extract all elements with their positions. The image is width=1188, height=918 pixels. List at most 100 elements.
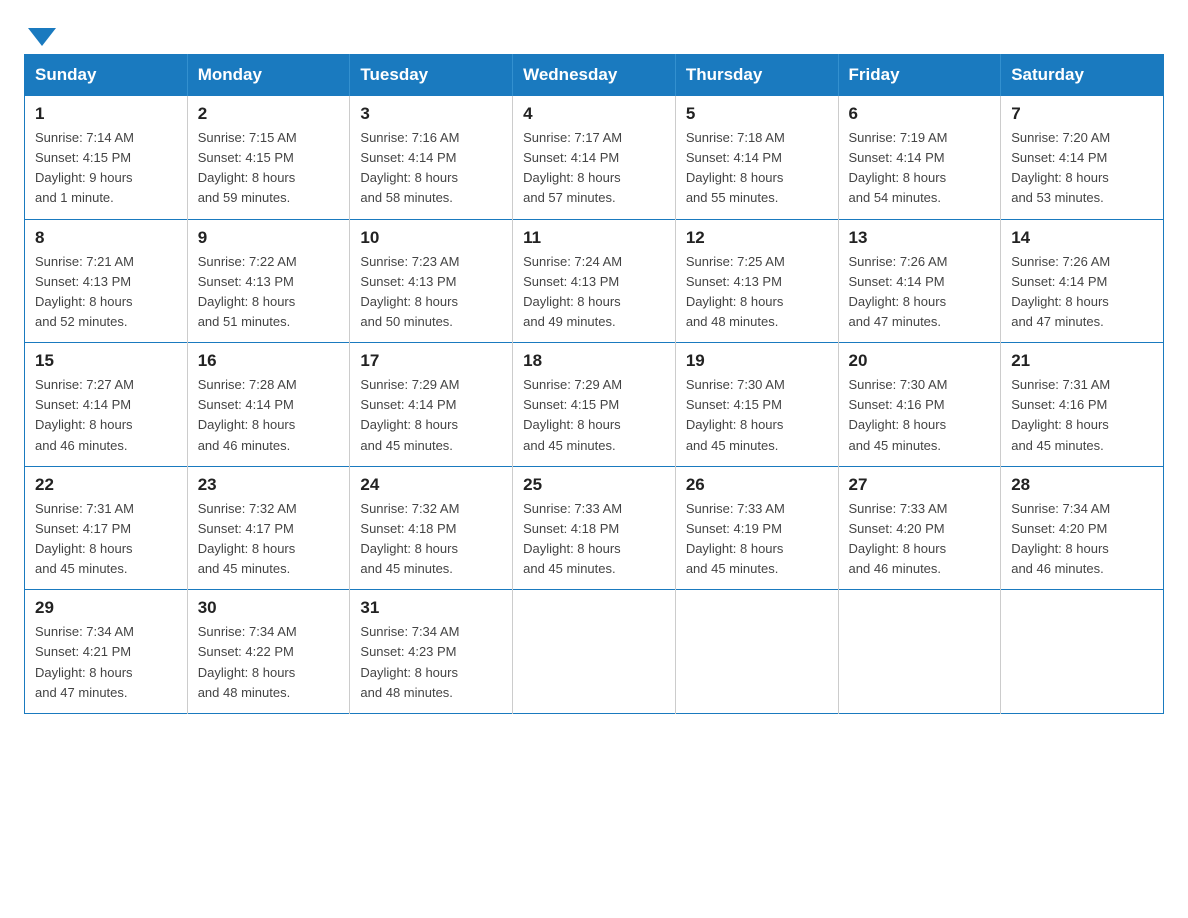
weekday-header-saturday: Saturday [1001, 55, 1164, 96]
calendar-cell: 9 Sunrise: 7:22 AMSunset: 4:13 PMDaylight… [187, 219, 350, 343]
day-info: Sunrise: 7:33 AMSunset: 4:19 PMDaylight:… [686, 499, 828, 580]
calendar-cell: 24 Sunrise: 7:32 AMSunset: 4:18 PMDayligh… [350, 466, 513, 590]
day-number: 9 [198, 228, 340, 248]
day-info: Sunrise: 7:34 AMSunset: 4:23 PMDaylight:… [360, 622, 502, 703]
day-info: Sunrise: 7:32 AMSunset: 4:18 PMDaylight:… [360, 499, 502, 580]
calendar-cell: 10 Sunrise: 7:23 AMSunset: 4:13 PMDayligh… [350, 219, 513, 343]
calendar-cell: 5 Sunrise: 7:18 AMSunset: 4:14 PMDaylight… [675, 96, 838, 220]
day-info: Sunrise: 7:32 AMSunset: 4:17 PMDaylight:… [198, 499, 340, 580]
day-number: 21 [1011, 351, 1153, 371]
day-number: 14 [1011, 228, 1153, 248]
day-number: 2 [198, 104, 340, 124]
calendar-week-row: 1 Sunrise: 7:14 AMSunset: 4:15 PMDaylight… [25, 96, 1164, 220]
calendar-cell: 22Sunrise: 7:31 AMSunset: 4:17 PMDayligh… [25, 466, 188, 590]
calendar-cell: 17 Sunrise: 7:29 AMSunset: 4:14 PMDayligh… [350, 343, 513, 467]
calendar-cell: 16 Sunrise: 7:28 AMSunset: 4:14 PMDayligh… [187, 343, 350, 467]
day-number: 26 [686, 475, 828, 495]
day-info: Sunrise: 7:19 AMSunset: 4:14 PMDaylight:… [849, 128, 991, 209]
weekday-header-wednesday: Wednesday [513, 55, 676, 96]
weekday-header-tuesday: Tuesday [350, 55, 513, 96]
calendar-cell [838, 590, 1001, 714]
day-number: 18 [523, 351, 665, 371]
day-info: Sunrise: 7:16 AMSunset: 4:14 PMDaylight:… [360, 128, 502, 209]
calendar-cell: 14 Sunrise: 7:26 AMSunset: 4:14 PMDayligh… [1001, 219, 1164, 343]
day-info: Sunrise: 7:26 AMSunset: 4:14 PMDaylight:… [1011, 252, 1153, 333]
calendar-cell: 3 Sunrise: 7:16 AMSunset: 4:14 PMDaylight… [350, 96, 513, 220]
calendar-cell [675, 590, 838, 714]
day-info: Sunrise: 7:34 AMSunset: 4:20 PMDaylight:… [1011, 499, 1153, 580]
calendar-cell: 19 Sunrise: 7:30 AMSunset: 4:15 PMDayligh… [675, 343, 838, 467]
logo-general-text [24, 24, 56, 42]
logo-arrow-icon [28, 28, 56, 46]
day-number: 6 [849, 104, 991, 124]
day-info: Sunrise: 7:28 AMSunset: 4:14 PMDaylight:… [198, 375, 340, 456]
day-number: 12 [686, 228, 828, 248]
day-number: 23 [198, 475, 340, 495]
day-number: 13 [849, 228, 991, 248]
calendar-cell: 1 Sunrise: 7:14 AMSunset: 4:15 PMDaylight… [25, 96, 188, 220]
day-number: 10 [360, 228, 502, 248]
day-number: 29 [35, 598, 177, 618]
day-number: 25 [523, 475, 665, 495]
weekday-header-sunday: Sunday [25, 55, 188, 96]
day-info: Sunrise: 7:20 AMSunset: 4:14 PMDaylight:… [1011, 128, 1153, 209]
day-info: Sunrise: 7:22 AMSunset: 4:13 PMDaylight:… [198, 252, 340, 333]
day-info: Sunrise: 7:17 AMSunset: 4:14 PMDaylight:… [523, 128, 665, 209]
calendar-cell: 13 Sunrise: 7:26 AMSunset: 4:14 PMDayligh… [838, 219, 1001, 343]
day-number: 8 [35, 228, 177, 248]
calendar-cell: 12Sunrise: 7:25 AMSunset: 4:13 PMDayligh… [675, 219, 838, 343]
day-info: Sunrise: 7:21 AMSunset: 4:13 PMDaylight:… [35, 252, 177, 333]
day-number: 15 [35, 351, 177, 371]
calendar-cell: 6 Sunrise: 7:19 AMSunset: 4:14 PMDaylight… [838, 96, 1001, 220]
day-number: 19 [686, 351, 828, 371]
day-info: Sunrise: 7:31 AMSunset: 4:16 PMDaylight:… [1011, 375, 1153, 456]
day-number: 28 [1011, 475, 1153, 495]
day-number: 30 [198, 598, 340, 618]
day-info: Sunrise: 7:30 AMSunset: 4:15 PMDaylight:… [686, 375, 828, 456]
calendar-week-row: 15Sunrise: 7:27 AMSunset: 4:14 PMDayligh… [25, 343, 1164, 467]
weekday-header-friday: Friday [838, 55, 1001, 96]
calendar-week-row: 22Sunrise: 7:31 AMSunset: 4:17 PMDayligh… [25, 466, 1164, 590]
day-info: Sunrise: 7:14 AMSunset: 4:15 PMDaylight:… [35, 128, 177, 209]
calendar-header-row: SundayMondayTuesdayWednesdayThursdayFrid… [25, 55, 1164, 96]
calendar-cell: 28 Sunrise: 7:34 AMSunset: 4:20 PMDayligh… [1001, 466, 1164, 590]
calendar-cell: 31 Sunrise: 7:34 AMSunset: 4:23 PMDayligh… [350, 590, 513, 714]
page-header [24, 24, 1164, 38]
calendar-cell: 30Sunrise: 7:34 AMSunset: 4:22 PMDayligh… [187, 590, 350, 714]
calendar-cell [513, 590, 676, 714]
day-number: 20 [849, 351, 991, 371]
day-number: 7 [1011, 104, 1153, 124]
day-info: Sunrise: 7:33 AMSunset: 4:20 PMDaylight:… [849, 499, 991, 580]
calendar-cell: 21 Sunrise: 7:31 AMSunset: 4:16 PMDayligh… [1001, 343, 1164, 467]
day-number: 27 [849, 475, 991, 495]
day-info: Sunrise: 7:23 AMSunset: 4:13 PMDaylight:… [360, 252, 502, 333]
calendar-cell [1001, 590, 1164, 714]
day-info: Sunrise: 7:24 AMSunset: 4:13 PMDaylight:… [523, 252, 665, 333]
calendar-cell: 4Sunrise: 7:17 AMSunset: 4:14 PMDaylight… [513, 96, 676, 220]
calendar-week-row: 8 Sunrise: 7:21 AMSunset: 4:13 PMDaylight… [25, 219, 1164, 343]
day-number: 1 [35, 104, 177, 124]
calendar-table: SundayMondayTuesdayWednesdayThursdayFrid… [24, 54, 1164, 714]
day-info: Sunrise: 7:33 AMSunset: 4:18 PMDaylight:… [523, 499, 665, 580]
day-info: Sunrise: 7:29 AMSunset: 4:14 PMDaylight:… [360, 375, 502, 456]
logo [24, 24, 56, 38]
day-number: 16 [198, 351, 340, 371]
day-number: 17 [360, 351, 502, 371]
day-number: 24 [360, 475, 502, 495]
day-number: 5 [686, 104, 828, 124]
day-info: Sunrise: 7:15 AMSunset: 4:15 PMDaylight:… [198, 128, 340, 209]
weekday-header-monday: Monday [187, 55, 350, 96]
calendar-cell: 18Sunrise: 7:29 AMSunset: 4:15 PMDayligh… [513, 343, 676, 467]
day-number: 31 [360, 598, 502, 618]
day-info: Sunrise: 7:26 AMSunset: 4:14 PMDaylight:… [849, 252, 991, 333]
calendar-cell: 25 Sunrise: 7:33 AMSunset: 4:18 PMDayligh… [513, 466, 676, 590]
calendar-cell: 2 Sunrise: 7:15 AMSunset: 4:15 PMDaylight… [187, 96, 350, 220]
calendar-cell: 26 Sunrise: 7:33 AMSunset: 4:19 PMDayligh… [675, 466, 838, 590]
day-number: 3 [360, 104, 502, 124]
day-info: Sunrise: 7:30 AMSunset: 4:16 PMDaylight:… [849, 375, 991, 456]
calendar-week-row: 29Sunrise: 7:34 AMSunset: 4:21 PMDayligh… [25, 590, 1164, 714]
day-info: Sunrise: 7:18 AMSunset: 4:14 PMDaylight:… [686, 128, 828, 209]
calendar-cell: 20 Sunrise: 7:30 AMSunset: 4:16 PMDayligh… [838, 343, 1001, 467]
day-number: 22 [35, 475, 177, 495]
calendar-cell: 8 Sunrise: 7:21 AMSunset: 4:13 PMDaylight… [25, 219, 188, 343]
